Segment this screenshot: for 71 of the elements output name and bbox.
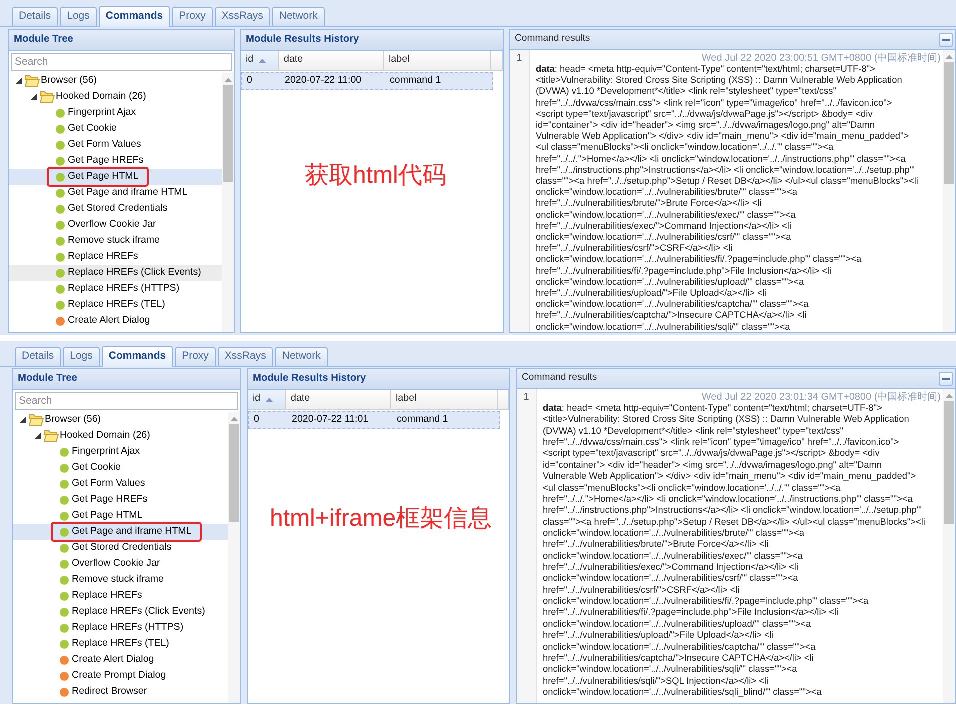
result-row[interactable]: 0 2020-07-22 11:01 command 1	[248, 411, 500, 429]
expand-triangle-icon[interactable]	[35, 433, 41, 439]
table-cell-text: command 1	[396, 412, 450, 427]
panel-header: Module Tree	[13, 369, 240, 390]
tree-item[interactable]: Replace HREFs (Click Events)	[9, 265, 222, 281]
sort-ascending-icon	[258, 58, 266, 62]
column-header[interactable]: label	[384, 51, 491, 70]
timestamp: Wed Jul 22 2020 23:00:51 GMT+0800 (中国标准时间)	[702, 53, 941, 64]
scrollbar-thumb[interactable]	[229, 424, 239, 522]
tab[interactable]: Commands	[98, 6, 170, 27]
line-number: 1	[516, 53, 522, 64]
panel-header: Module Results History	[248, 369, 509, 390]
result-row[interactable]: 0 2020-07-22 11:00 command 1	[241, 72, 493, 90]
panel-header: Module Results History	[241, 30, 503, 51]
column-header[interactable]: label	[391, 390, 498, 409]
panel-title: Command results	[522, 371, 598, 386]
collapse-button[interactable]	[939, 372, 953, 386]
table-cell-text: 2020-07-22 11:01	[291, 412, 370, 427]
output-scrollbar[interactable]	[943, 389, 955, 703]
tree-item[interactable]: Get Page and iframe HTML	[13, 524, 228, 540]
column-header[interactable]: id	[241, 51, 279, 70]
table-cell-text: 0	[253, 412, 260, 427]
column-header[interactable]: id	[248, 390, 286, 409]
table-cell-text: command 1	[389, 74, 442, 88]
expand-triangle-icon[interactable]	[20, 417, 26, 423]
expand-triangle-icon[interactable]	[16, 78, 22, 84]
line-number: 1	[524, 392, 530, 403]
table-cell-text: 2020-07-22 11:00	[284, 74, 363, 88]
minus-icon	[942, 38, 950, 40]
output-scrollbar[interactable]	[943, 50, 955, 332]
scroll-up-arrow-icon[interactable]	[946, 55, 952, 59]
folder-icon	[40, 91, 55, 103]
command-output-text: data: head= <meta http-equiv="Content-Type" content="text/html; charset=UTF-8"> <title>Vulnerability: Stored Cross Site Scripting (XSS) :: Damn Vulnerable Web Application (DVWA) v1.10 *Development*</title> <link rel="stylesheet" type="text/css" href="../../dvwa/css/main.css"> <link rel="icon" type="\image/ico" href="../../favicon.ico"> <script type="text/javascript" src="../../dvwa/js/dvwaPage.js"></script> &body= <div id="container"> <div id="header"> <img src="../../dvwa/images/logo.png" alt="Damn Vulnerable Web Application"> </div> <div id="main_menu"> <div id="main_menu_padded"> <ul class="menuBlocks"><li onclick="window.location='../../.'" class=""><a href="../../.">Home</a></li> <li onclick="window.location='../../instructions.php'" class=""><a href="../../instructions.php">Instructions</a></li> <li onclick="window.location='../../setup.php'" class=""><a href="../../setup.php">Setup / Reset DB</a></li> </ul><ul class="menuBlocks"><li onclick="window.location='../../vulnerabilities/brute/'" class=""><a href="../../vulnerabilities/brute/">Brute Force</a></li> <li onclick="window.location='../../vulnerabilities/exec/'" class=""><a href="../../vulnerabilities/exec/">Command Injection</a></li> <li onclick="window.location='../../vulnerabilities/csrf/'" class=""><a href="../../vulnerabilities/csrf/">CSRF</a></li> <li onclick="window.location='../../vulnerabilities/fi/.?page=include.php'" class=""><a href="../../vulnerabilities/fi/.?page=include.php">File Inclusion</a></li> <li onclick="window.location='../../vulnerabilities/upload/'" class=""><a href="../../vulnerabilities/upload/">File Upload</a></li> <li onclick="window.location='../../vulnerabilities/captcha/'" class=""><a href="../../vulnerabilities/captcha/">Insecure CAPTCHA</a></li> <li onclick="window.location='../../vulnerabilities/sqli/'" class=""><a href="../../vulnerabilities/sqli/">SQL Injection</a></li> <li onclick="window.location='../../vulnerabilities/sqli_blind/'" class=""><a	[543, 403, 926, 698]
scroll-up-arrow-icon[interactable]	[224, 78, 232, 82]
annotation-text: 获取html代码	[305, 162, 446, 190]
tree-scrollbar[interactable]	[228, 412, 240, 703]
scrollbar-thumb[interactable]	[944, 401, 954, 524]
search-field[interactable]: Search	[11, 53, 232, 71]
panel-title: Command results	[515, 32, 590, 46]
column-header[interactable]: date	[286, 390, 391, 409]
tab[interactable]: Network	[275, 347, 328, 366]
scroll-up-arrow-icon[interactable]	[946, 394, 952, 398]
tab[interactable]: Commands	[102, 346, 174, 367]
tab[interactable]: Proxy	[175, 347, 216, 366]
folder-icon	[29, 414, 44, 426]
tab[interactable]: Logs	[63, 347, 100, 366]
tab[interactable]: Details	[15, 347, 62, 366]
tab[interactable]: Logs	[60, 7, 97, 26]
command-output-text: data: head= <meta http-equiv="Content-Type" content="text/html; charset=UTF-8"> <title>Vulnerability: Stored Cross Site Scripting (XSS) :: Damn Vulnerable Web Application (DVWA) v1.10 *Development*</title> <link rel="stylesheet" type="text/css" href="../../dvwa/css/main.css"> <link rel="icon" type="\image/ico" href="../../favicon.ico"> <script type="text/javascript" src="../../dvwa/js/dvwaPage.js"></script> &body= <div id="container"> <div id="header"> <img src="../../dvwa/images/logo.png" alt="Damn Vulnerable Web Application"> </div> <div id="main_menu"> <div id="main_menu_padded"> <ul class="menuBlocks"><li onclick="window.location='../../.'" class=""><a href="../../.">Home</a></li> <li onclick="window.location='../../instructions.php'" class=""><a href="../../instructions.php">Instructions</a></li> <li onclick="window.location='../../setup.php'" class=""><a href="../../setup.php">Setup / Reset DB</a></li> </ul><ul class="menuBlocks"><li onclick="window.location='../../vulnerabilities/brute/'" class=""><a href="../../vulnerabilities/brute/">Brute Force</a></li> <li onclick="window.location='../../vulnerabilities/exec/'" class=""><a href="../../vulnerabilities/exec/">Command Injection</a></li> <li onclick="window.location='../../vulnerabilities/csrf/'" class=""><a href="../../vulnerabilities/csrf/">CSRF</a></li> <li onclick="window.location='../../vulnerabilities/fi/.?page=include.php'" class=""><a href="../../vulnerabilities/fi/.?page=include.php">File Inclusion</a></li> <li onclick="window.location='../../vulnerabilities/upload/'" class=""><a href="../../vulnerabilities/upload/">File Upload</a></li> <li onclick="window.location='../../vulnerabilities/captcha/'" class=""><a href="../../vulnerabilities/captcha/">Insecure CAPTCHA</a></li> <li onclick="window.location='../../vulnerabilities/sqli/'" class=""><a	[536, 64, 920, 332]
tab[interactable]: Network	[272, 7, 325, 26]
timestamp: Wed Jul 22 2020 23:01:34 GMT+0800 (中国标准时间)	[702, 392, 941, 403]
collapse-button[interactable]	[939, 32, 953, 46]
minus-icon	[942, 378, 950, 380]
folder-icon	[25, 75, 40, 87]
tab[interactable]: Details	[12, 7, 58, 26]
scroll-up-arrow-icon[interactable]	[230, 417, 238, 421]
search-field[interactable]: Search	[15, 392, 238, 410]
tree-scrollbar[interactable]	[222, 73, 234, 332]
expand-triangle-icon[interactable]	[31, 94, 37, 100]
tree-item[interactable]: Get Page HTML	[9, 169, 222, 185]
column-header[interactable]: date	[279, 51, 384, 70]
tab[interactable]: XssRays	[218, 347, 274, 366]
scrollbar-thumb[interactable]	[944, 62, 954, 184]
tab[interactable]: Proxy	[172, 7, 213, 26]
panel-header: Module Tree	[9, 30, 234, 51]
annotation-text: html+iframe框架信息	[270, 505, 492, 533]
tab[interactable]: XssRays	[214, 7, 270, 26]
folder-icon	[44, 430, 59, 442]
scrollbar-thumb[interactable]	[223, 85, 233, 182]
table-cell-text: 0	[246, 74, 254, 88]
sort-ascending-icon	[266, 398, 273, 402]
